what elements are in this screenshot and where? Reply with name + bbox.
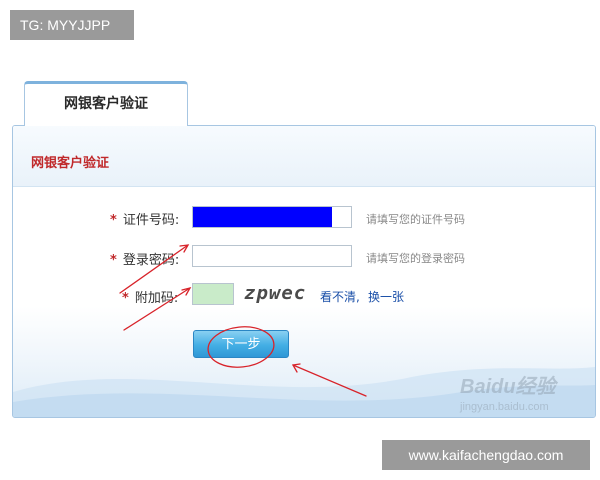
- id-number-label-row: * 证件号码:: [110, 209, 179, 228]
- id-number-hint: 请填写您的证件号码: [366, 213, 465, 226]
- tab-customer-verification[interactable]: 网银客户验证: [24, 81, 188, 126]
- next-step-button[interactable]: 下一步: [193, 330, 289, 358]
- panel-header: 网银客户验证: [13, 126, 595, 187]
- captcha-unclear-text: 看不清,: [320, 290, 360, 304]
- captcha-input[interactable]: [192, 283, 234, 305]
- password-input[interactable]: [192, 245, 352, 267]
- id-number-input[interactable]: [192, 206, 352, 228]
- required-star: *: [110, 253, 117, 268]
- captcha-image: zpwec: [244, 282, 307, 304]
- baidu-watermark: Baidu经验 jingyan.baidu.com: [460, 370, 556, 413]
- baidu-logo: Baidu经验: [460, 376, 556, 398]
- password-hint: 请填写您的登录密码: [366, 252, 465, 265]
- tg-badge: TG: MYYJJPP: [10, 10, 134, 40]
- panel-title: 网银客户验证: [31, 156, 110, 171]
- id-number-label: 证件号码:: [122, 213, 180, 228]
- required-star: *: [110, 213, 117, 228]
- required-star: *: [122, 291, 129, 306]
- captcha-label: 附加码:: [134, 291, 179, 306]
- captcha-label-row: * 附加码:: [122, 287, 178, 306]
- password-label-row: * 登录密码:: [110, 249, 179, 268]
- captcha-refresh-link[interactable]: 换一张: [368, 288, 404, 305]
- password-label: 登录密码:: [122, 253, 180, 268]
- site-badge: www.kaifachengdao.com: [382, 440, 590, 470]
- baidu-url: jingyan.baidu.com: [460, 401, 549, 413]
